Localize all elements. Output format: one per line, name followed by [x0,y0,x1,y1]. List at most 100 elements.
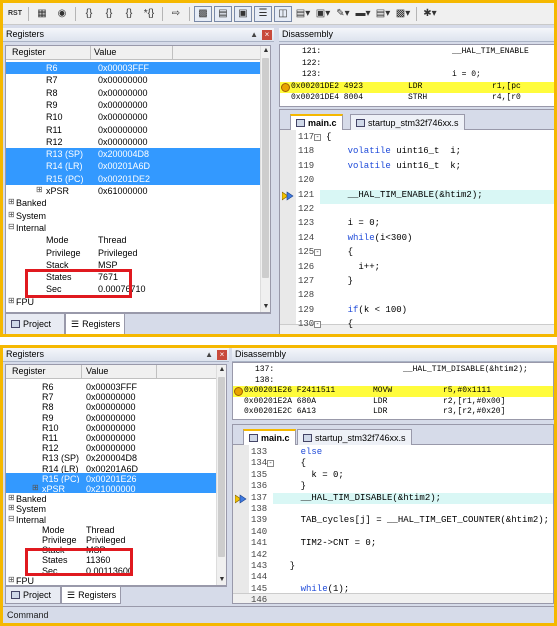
register-row[interactable]: ⊟ Internal [6,222,260,234]
code-line[interactable] [273,572,553,583]
source-editor[interactable]: main.c startup_stm32f746xx.s {117- volat… [279,109,554,334]
value-column-header[interactable]: Value [86,366,108,376]
register-value[interactable]: 0x61000000 [98,186,148,196]
disassembly-window-icon[interactable]: ▤ [214,5,232,22]
register-value[interactable]: 0x00003FFF [98,63,149,73]
disassembly-line[interactable]: 137: __HAL_TIM_DISABLE(&htim2); [233,365,553,376]
scroll-up-icon[interactable]: ▲ [261,46,270,56]
code-line[interactable]: __HAL_TIM_ENABLE(&htim2); [320,189,554,204]
register-value[interactable]: 0x00000000 [98,88,148,98]
code-line[interactable]: volatile uint16_t k; [320,161,554,175]
registers-scrollbar[interactable]: ▲ ▼ [260,46,270,312]
register-value[interactable]: 0x00000000 [98,125,148,135]
expand-icon[interactable]: ⊞ [8,197,15,206]
register-row[interactable]: Mode Thread [6,234,260,246]
source-editor[interactable]: main.c startup_stm32f746xx.s else 133 {13… [232,424,554,604]
code-line[interactable]: while(1); [273,584,553,595]
fold-toggle-icon[interactable]: - [314,249,321,257]
disassembly-line[interactable]: 0x00201DE4 8004 STRH r4,[r0 [280,93,554,105]
code-line[interactable]: volatile uint16_t i; [320,146,554,160]
breakpoint-gutter[interactable] [233,445,249,603]
watch-window-icon[interactable]: ▤▾ [294,6,312,22]
trace-window-icon[interactable]: ▤▾ [374,6,392,22]
close-icon[interactable]: × [262,30,272,40]
register-row[interactable]: R11 0x00000000 [6,432,216,443]
tab-project[interactable]: Project [5,314,65,334]
tab-startup[interactable]: startup_stm32f746xx.s [297,429,412,445]
register-row[interactable]: R14 (LR) 0x00201A6D [6,463,216,474]
system-viewer-icon[interactable]: ▩▾ [394,6,412,22]
code-line[interactable]: __HAL_TIM_DISABLE(&htim2); [273,492,553,504]
registers-window-icon[interactable]: ☰ [254,5,272,22]
tab-main-c[interactable]: main.c [243,429,296,445]
register-value[interactable]: 0x200004D8 [98,149,149,159]
pin-icon[interactable]: ▲ [250,28,258,41]
tab-registers[interactable]: ☰ Registers [61,587,121,604]
code-line[interactable]: { [320,319,554,333]
expand-icon[interactable]: ⊞ [8,296,15,305]
register-row[interactable]: R14 (LR) 0x00201A6D [6,160,260,173]
code-line[interactable]: { [320,132,554,146]
register-row[interactable]: R7 0x00000000 [6,74,260,86]
register-row[interactable]: R8 0x00000000 [6,87,260,99]
register-row[interactable]: R13 (SP) 0x200004D8 [6,452,216,463]
expand-icon[interactable]: ⊞ [8,493,15,502]
memory-window-icon[interactable]: ▣▾ [314,6,332,22]
symbols-window-icon[interactable]: ▣ [234,5,252,22]
register-row[interactable]: R12 0x00000000 [6,442,216,453]
code-line[interactable]: if(k < 100) [320,305,554,319]
code-line[interactable]: } [320,276,554,290]
analysis-window-icon[interactable]: ▬▾ [354,6,372,22]
disassembly-line[interactable]: 121: __HAL_TIM_ENABLE [280,47,554,59]
disassembly-line[interactable]: 138: [233,376,553,387]
disassembly-line[interactable]: 123: i = 0; [280,70,554,82]
register-column-header[interactable]: Register [12,47,46,57]
code-line[interactable]: { [320,247,554,261]
code-line[interactable] [273,595,553,603]
code-line[interactable]: } [273,561,553,572]
close-icon[interactable]: × [217,350,227,360]
disassembly-view[interactable]: 121: __HAL_TIM_ENABLE 122: 123: i = 0; 0x0020… [279,44,554,107]
breakpoint-gutter[interactable] [280,130,296,334]
code-line[interactable] [320,204,554,218]
code-line[interactable]: i++; [320,262,554,276]
disassembly-line[interactable]: 122: [280,59,554,71]
run-to-cursor-icon[interactable]: *{} [140,6,158,22]
register-row[interactable]: ⊞ FPU [6,575,216,585]
stop-icon[interactable]: ◉ [53,6,71,22]
disassembly-line[interactable]: 0x00201E2A 680A LDR r2,[r1,#0x00] [233,397,553,408]
register-row[interactable]: R12 0x00000000 [6,136,260,148]
tab-project[interactable]: Project [5,587,61,604]
command-window-icon[interactable]: ▩ [194,5,212,22]
tab-registers[interactable]: ☰ Registers [65,314,125,334]
code-line[interactable] [320,175,554,189]
serial-window-icon[interactable]: ✎▾ [334,6,352,22]
register-row[interactable]: ⊞ Banked [6,493,216,504]
code-line[interactable]: i = 0; [320,218,554,232]
register-row[interactable]: Mode Thread [6,524,216,535]
tab-main-c[interactable]: main.c [290,114,343,130]
code-line[interactable]: while(i<300) [320,233,554,247]
collapse-icon[interactable]: ⊟ [8,514,15,523]
code-line[interactable]: k = 0; [273,470,553,481]
pin-icon[interactable]: ▲ [205,348,213,361]
register-row[interactable]: R10 0x00000000 [6,111,260,123]
register-row[interactable]: R9 0x00000000 [6,412,216,423]
scroll-up-icon[interactable]: ▲ [217,365,226,375]
disassembly-line[interactable]: 0x00201DE2 4923 LDR r1,[pc [280,81,554,93]
register-row[interactable]: ⊞ Banked [6,197,260,209]
scroll-down-icon[interactable]: ▼ [261,302,270,312]
code-line[interactable] [273,527,553,538]
register-row[interactable]: R10 0x00000000 [6,422,216,433]
registers-scrollbar[interactable]: ▲ ▼ [216,365,226,585]
register-row[interactable]: R15 (PC) 0x00201E26 [6,472,216,484]
reset-button[interactable]: RST [6,6,24,22]
run-icon[interactable]: ▦ [33,6,51,22]
show-next-statement-icon[interactable]: ⇨ [167,6,185,22]
register-row[interactable]: R13 (SP) 0x200004D8 [6,148,260,161]
register-row[interactable]: ⊞ System [6,210,260,222]
register-row[interactable]: R8 0x00000000 [6,401,216,412]
register-row[interactable]: ⊞ System [6,503,216,514]
step-over-icon[interactable]: {} [100,6,118,22]
register-row[interactable]: R6 0x00003FFF [6,381,216,392]
